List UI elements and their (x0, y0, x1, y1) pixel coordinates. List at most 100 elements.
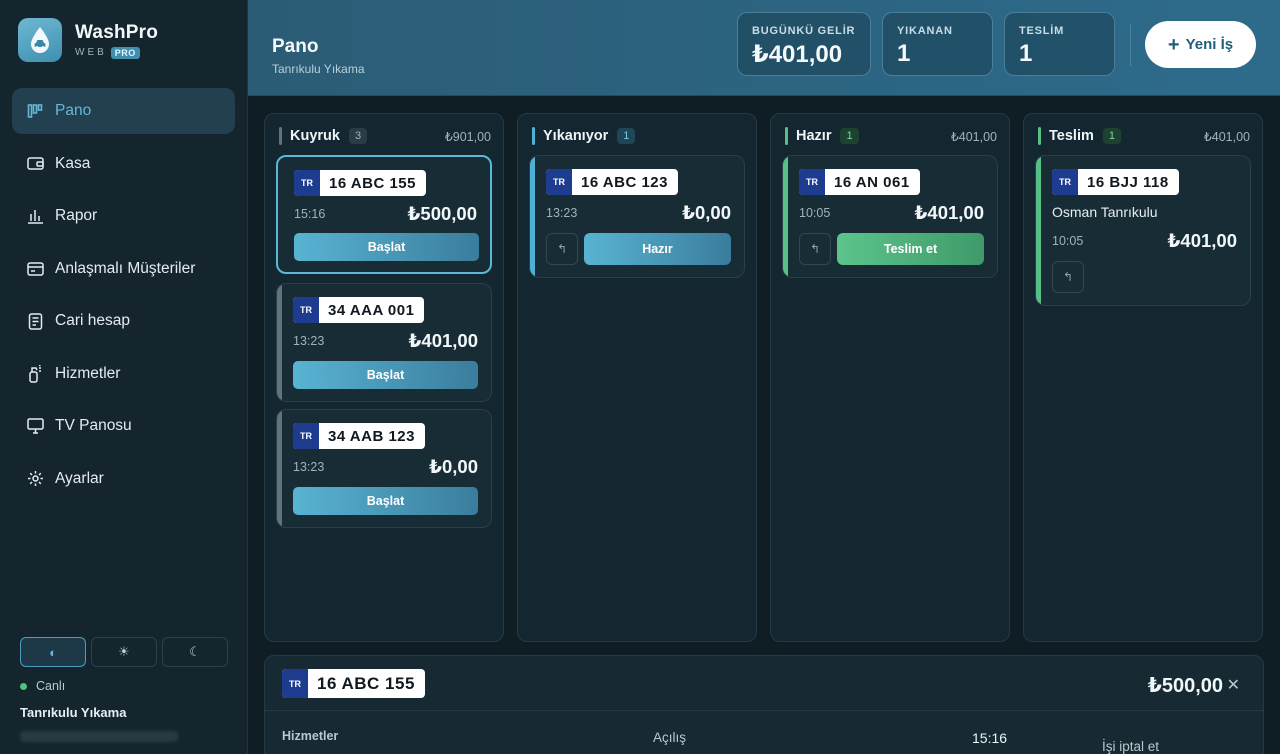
column-header: Yıkanıyor 1 (532, 126, 744, 146)
plate-country: TR (293, 297, 319, 323)
plate-number: 16 ABC 123 (581, 173, 668, 191)
plate-number: 16 AN 061 (834, 173, 910, 191)
sidebar-nav: Pano Kasa Rapor Anlaşmalı Müşteriler Car… (12, 88, 235, 508)
job-card[interactable]: TR 16 BJJ 118 Osman Tanrıkulu 10:05 ₺401… (1035, 155, 1251, 306)
job-detail-panel: TR 16 ABC 155 ₺500,00 ✕ Hizmetler Açılış… (264, 655, 1264, 754)
plate-country: TR (546, 169, 572, 195)
sidebar-item-cari-hesap[interactable]: Cari hesap (12, 298, 235, 344)
stat-label: BUGÜNKÜ GELİR (752, 25, 856, 37)
detail-header: TR 16 ABC 155 ₺500,00 ✕ (265, 656, 1263, 711)
license-plate: TR 16 ABC 155 (282, 669, 425, 698)
card-stripe (277, 284, 282, 401)
sidebar-item-hizmetler[interactable]: Hizmetler (12, 351, 235, 397)
sidebar-item-kasa[interactable]: Kasa (12, 141, 235, 187)
job-card[interactable]: TR 34 AAA 001 13:23 ₺401,00 Başlat (276, 283, 492, 402)
column-total: ₺401,00 (950, 129, 997, 144)
contrast-icon[interactable]: ◐ (20, 637, 86, 667)
new-job-button[interactable]: + Yeni İş (1145, 21, 1256, 68)
undo-icon[interactable]: ↰ (1052, 261, 1084, 293)
job-time: 10:05 (1052, 234, 1084, 248)
sidebar-item-label: Hizmetler (55, 364, 121, 382)
brand-sub: WEB (75, 47, 107, 58)
license-plate: TR 34 AAB 123 (293, 423, 425, 449)
job-amount: ₺401,00 (1167, 230, 1237, 251)
plate-number: 34 AAB 123 (328, 427, 415, 445)
undo-icon[interactable]: ↰ (546, 233, 578, 265)
moon-icon[interactable]: ☾ (162, 637, 228, 667)
job-card[interactable]: TR 16 ABC 123 13:23 ₺0,00 ↰ Hazır (529, 155, 745, 278)
ready-button[interactable]: Hazır (584, 233, 731, 265)
column-title: Hazır (796, 128, 832, 144)
card-stripe (277, 410, 282, 527)
column-title: Yıkanıyor (543, 128, 609, 144)
brand[interactable]: WashPro WEB PRO (18, 18, 158, 62)
job-time: 10:05 (799, 206, 831, 220)
start-button[interactable]: Başlat (293, 361, 478, 389)
stat-value: ₺401,00 (752, 41, 843, 68)
column-total: ₺401,00 (1203, 129, 1250, 144)
plate-country: TR (799, 169, 825, 195)
start-button[interactable]: Başlat (293, 487, 478, 515)
plate-number: 16 ABC 155 (329, 174, 416, 192)
undo-icon[interactable]: ↰ (799, 233, 831, 265)
column-header: Kuyruk 3 ₺901,00 (279, 126, 491, 146)
sidebar: WashPro WEB PRO Pano Kasa Rapor Anlaşmal… (0, 0, 248, 754)
monitor-icon (26, 417, 44, 435)
column-total: ₺901,00 (444, 129, 491, 144)
sidebar-item-tv-panosu[interactable]: TV Panosu (12, 403, 235, 449)
column-count-badge: 1 (1102, 128, 1121, 144)
stat-delivered: TESLİM 1 (1004, 12, 1115, 76)
column-count-badge: 3 (348, 128, 368, 144)
column-yikaniyor: Yıkanıyor 1 TR 16 ABC 123 13:23 ₺0,00 ↰ … (517, 113, 757, 642)
column-title: Kuyruk (290, 128, 340, 144)
stat-value: 1 (1019, 40, 1033, 67)
job-card[interactable]: TR 16 AN 061 10:05 ₺401,00 ↰ Teslim et (782, 155, 998, 278)
stat-label: YIKANAN (897, 25, 953, 37)
sidebar-item-anlasmali-musteriler[interactable]: Anlaşmalı Müşteriler (12, 246, 235, 292)
card-icon (26, 260, 44, 278)
customer-name: Osman Tanrıkulu (1052, 204, 1158, 220)
column-kuyruk: Kuyruk 3 ₺901,00 TR 16 ABC 155 15:16 ₺50… (264, 113, 504, 642)
column-color-bar (279, 127, 282, 145)
brand-badge: PRO (110, 46, 140, 59)
license-plate: TR 16 BJJ 118 (1052, 169, 1179, 195)
sidebar-item-rapor[interactable]: Rapor (12, 193, 235, 239)
stat-revenue: BUGÜNKÜ GELİR ₺401,00 (737, 12, 871, 76)
close-icon[interactable]: ✕ (1227, 675, 1240, 695)
job-time: 15:16 (294, 207, 326, 221)
services-label: Hizmetler (282, 729, 339, 743)
deliver-button[interactable]: Teslim et (837, 233, 984, 265)
job-amount: ₺0,00 (682, 202, 731, 223)
wallet-icon (26, 155, 44, 173)
job-card[interactable]: TR 16 ABC 155 15:16 ₺500,00 Başlat (276, 155, 492, 274)
start-button[interactable]: Başlat (294, 233, 479, 261)
job-card[interactable]: TR 34 AAB 123 13:23 ₺0,00 Başlat (276, 409, 492, 528)
card-stripe (1036, 156, 1041, 305)
column-count-badge: 1 (617, 128, 636, 144)
plate-country: TR (282, 669, 308, 698)
stat-washed: YIKANAN 1 (882, 12, 993, 76)
license-plate: TR 16 ABC 155 (294, 170, 426, 196)
page-subtitle: Tanrıkulu Yıkama (272, 62, 365, 76)
cancel-job-button[interactable]: İşi iptal et (1102, 739, 1159, 754)
sidebar-item-pano[interactable]: Pano (12, 88, 235, 134)
board-icon (26, 102, 44, 120)
status-dot-icon (20, 682, 27, 690)
sidebar-item-ayarlar[interactable]: Ayarlar (12, 456, 235, 502)
sun-icon[interactable]: ☀ (91, 637, 157, 667)
live-status: Canlı (20, 679, 65, 693)
sidebar-item-label: Ayarlar (55, 469, 104, 487)
sidebar-item-label: Kasa (55, 154, 91, 172)
license-plate: TR 16 AN 061 (799, 169, 920, 195)
sidebar-item-label: TV Panosu (55, 417, 132, 434)
job-amount: ₺0,00 (429, 456, 478, 477)
stat-label: TESLİM (1019, 25, 1065, 37)
sidebar-item-label: Cari hesap (55, 312, 130, 329)
job-amount: ₺500,00 (407, 203, 477, 224)
column-color-bar (532, 127, 535, 145)
column-header: Hazır 1 ₺401,00 (785, 126, 997, 146)
column-title: Teslim (1049, 128, 1094, 144)
job-amount: ₺401,00 (408, 330, 478, 351)
column-header: Teslim 1 ₺401,00 (1038, 126, 1250, 146)
plate-number: 16 BJJ 118 (1087, 173, 1169, 191)
